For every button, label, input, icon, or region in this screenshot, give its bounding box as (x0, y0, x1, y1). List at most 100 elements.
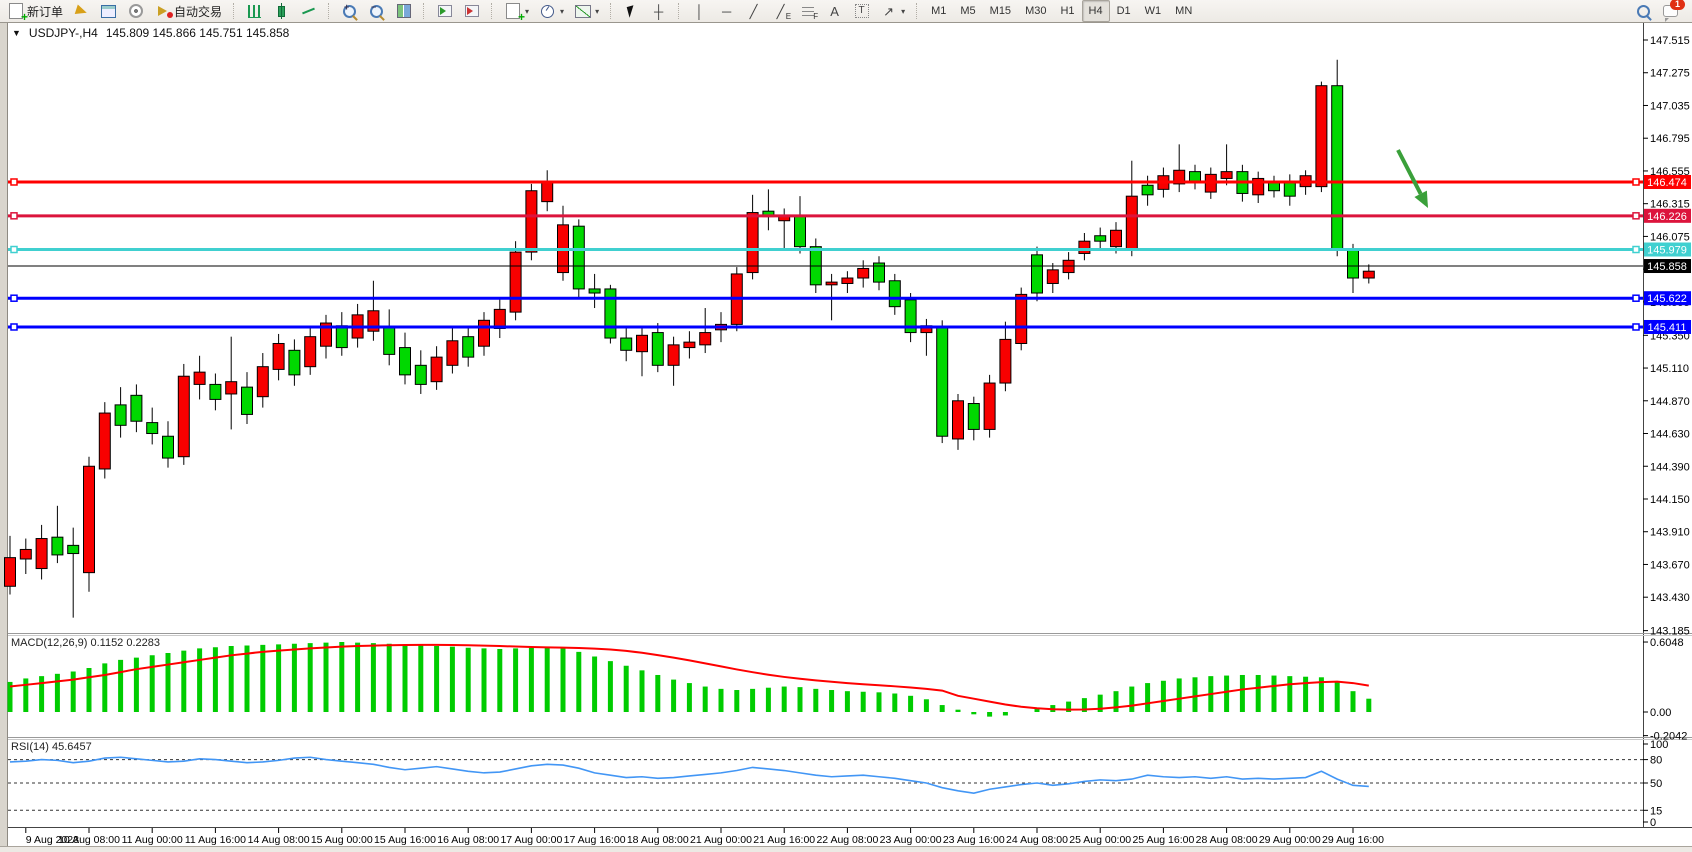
symbol-period-label: USDJPY-,H4 (29, 26, 98, 40)
candle-body (842, 278, 853, 283)
line-handle[interactable] (1633, 324, 1639, 330)
search-icon (1635, 3, 1652, 19)
fibonacci-button[interactable]: F (794, 0, 821, 22)
horizontal-line-button[interactable]: ─ (713, 0, 740, 22)
candle-body (1221, 172, 1232, 179)
candle-body (1363, 271, 1374, 278)
toolbar: 新订单 自动交易 + − (0, 0, 1692, 23)
new-order-icon (7, 3, 24, 19)
line-handle[interactable] (11, 213, 17, 219)
price-tick-label: 147.275 (1650, 68, 1690, 80)
data-window-button[interactable] (95, 0, 122, 22)
candle-body (605, 289, 616, 338)
timeframe-button-m15[interactable]: M15 (983, 0, 1018, 22)
crosshair-button[interactable]: ┼ (645, 0, 672, 22)
candle-body (589, 289, 600, 293)
line-handle[interactable] (1633, 213, 1639, 219)
text-label-icon: T (853, 3, 870, 19)
time-tick-label: 23 Aug 16:00 (943, 834, 1005, 846)
pointer-tool-button[interactable] (68, 0, 95, 22)
timeframe-button-m1[interactable]: M1 (924, 0, 953, 22)
candle-body (384, 327, 395, 354)
price-level-tag-label: 145.411 (1648, 322, 1687, 334)
candle-body (305, 337, 316, 367)
template-button[interactable]: ▾ (569, 0, 604, 22)
line-handle[interactable] (1633, 295, 1639, 301)
line-handle[interactable] (11, 247, 17, 253)
data-window-icon (100, 3, 117, 19)
macd-tick-label: 0.6048 (1650, 637, 1684, 649)
mt4-window: 新订单 自动交易 + − (0, 0, 1692, 852)
search-button[interactable] (1630, 0, 1657, 22)
candle-body (542, 181, 553, 201)
chart-background (0, 22, 1692, 846)
ohlc-values: 145.809 145.866 145.751 145.858 (106, 26, 290, 40)
line-chart-button[interactable] (295, 0, 322, 22)
price-level-tag-label: 145.979 (1647, 245, 1687, 257)
line-handle[interactable] (11, 179, 17, 185)
timeframe-button-m30[interactable]: M30 (1018, 0, 1053, 22)
candle-body (20, 549, 31, 559)
text-label-button[interactable]: T (848, 0, 875, 22)
candle-body (953, 401, 964, 439)
timeframe-button-h4[interactable]: H4 (1082, 0, 1110, 22)
trendline-button[interactable]: ╱ (740, 0, 767, 22)
candle-body (289, 350, 300, 375)
candle (178, 364, 189, 465)
channel-button[interactable]: ╱E (767, 0, 794, 22)
timeframe-button-m5[interactable]: M5 (953, 0, 982, 22)
candle-body (226, 382, 237, 394)
rsi-tick-label: 80 (1650, 755, 1662, 767)
chart-shift-button[interactable] (458, 0, 485, 22)
candle-body (637, 335, 648, 351)
timeframe-button-d1[interactable]: D1 (1110, 0, 1138, 22)
zoom-out-button[interactable]: − (363, 0, 390, 22)
auto-arrange-button[interactable] (431, 0, 458, 22)
bar-chart-button[interactable] (241, 0, 268, 22)
candle-body (652, 333, 663, 366)
window-menu-arrow-icon[interactable]: ▼ (12, 28, 21, 38)
candlestick-chart-button[interactable] (268, 0, 295, 22)
candle-body (1142, 185, 1153, 195)
candle-body (463, 337, 474, 357)
text-button[interactable]: A (821, 0, 848, 22)
candle-body (889, 281, 900, 307)
line-handle[interactable] (11, 324, 17, 330)
chevron-down-icon: ▾ (525, 7, 529, 16)
candle-body (937, 327, 948, 436)
timeframe-button-h1[interactable]: H1 (1053, 0, 1081, 22)
candle-body (415, 365, 426, 384)
chart-title: ▼ USDJPY-,H4 145.809 145.866 145.751 145… (12, 26, 289, 40)
arrows-button[interactable]: ↗▾ (875, 0, 910, 22)
fibonacci-icon: F (799, 3, 816, 19)
line-handle[interactable] (1633, 179, 1639, 185)
chart-window[interactable]: 147.515147.275147.035146.795146.555146.3… (0, 22, 1692, 846)
candle-body (668, 345, 679, 365)
candle-body (36, 539, 47, 569)
time-tick-label: 24 Aug 08:00 (1006, 834, 1068, 846)
zoom-in-button[interactable]: + (336, 0, 363, 22)
timeframe-button-mn[interactable]: MN (1168, 0, 1199, 22)
timeframe-button-w1[interactable]: W1 (1138, 0, 1169, 22)
chart-canvas[interactable]: 147.515147.275147.035146.795146.555146.3… (0, 22, 1692, 846)
candle-body (257, 367, 268, 397)
new-chart-button[interactable]: ▾ (499, 0, 534, 22)
notification-badge: 1 (1670, 0, 1685, 10)
vertical-line-button[interactable]: │ (686, 0, 713, 22)
period-button[interactable]: ▾ (534, 0, 569, 22)
cursor-button[interactable] (618, 0, 645, 22)
candle (984, 375, 995, 438)
price-tick-label: 143.430 (1650, 592, 1690, 604)
new-order-button[interactable]: 新订单 (2, 0, 68, 22)
signal-button[interactable] (122, 0, 149, 22)
price-level-tag-label: 146.474 (1647, 177, 1687, 189)
chart-shift-icon (463, 3, 480, 19)
candle-body (1032, 255, 1043, 293)
notifications-button[interactable]: 1 (1657, 0, 1684, 22)
candle (510, 241, 521, 320)
time-tick-label: 21 Aug 16:00 (753, 834, 815, 846)
line-handle[interactable] (11, 295, 17, 301)
tile-windows-button[interactable] (390, 0, 417, 22)
auto-trading-button[interactable]: 自动交易 (149, 0, 227, 22)
line-handle[interactable] (1633, 247, 1639, 253)
